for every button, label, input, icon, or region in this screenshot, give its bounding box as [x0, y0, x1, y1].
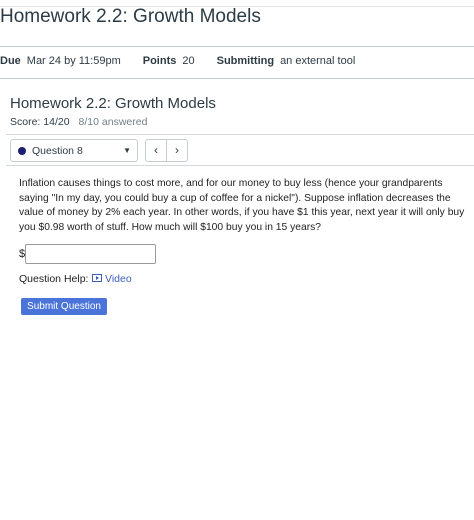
- details-divider: [0, 78, 474, 79]
- caret-down-icon: ▼: [123, 146, 131, 155]
- question-help-label: Question Help:: [19, 273, 89, 285]
- question-select[interactable]: Question 8 ▼: [10, 139, 138, 162]
- points-value: 20: [182, 55, 195, 67]
- question-text: Inflation causes things to cost more, an…: [19, 178, 465, 233]
- video-help-link[interactable]: Video: [92, 273, 132, 285]
- score-line: Score: 14/20 8/10 answered: [10, 116, 147, 128]
- due-value: Mar 24 by 11:59pm: [26, 55, 121, 67]
- submitting-label: Submitting: [216, 55, 275, 67]
- points-info: Points 20: [143, 55, 195, 67]
- nav-divider: [6, 165, 474, 166]
- previous-question-button[interactable]: ‹: [145, 139, 167, 162]
- question-status-dot: [18, 147, 26, 155]
- chevron-right-icon: ›: [175, 143, 179, 157]
- header-divider: [0, 46, 474, 47]
- video-icon: [92, 274, 102, 282]
- score-divider: [6, 134, 474, 135]
- answered-count: 8/10 answered: [78, 116, 148, 128]
- submitting-value: an external tool: [280, 55, 356, 67]
- answer-input[interactable]: [25, 244, 156, 264]
- score: Score: 14/20: [10, 116, 70, 128]
- assignment-title: Homework 2.2: Growth Models: [10, 95, 216, 112]
- points-label: Points: [142, 55, 177, 67]
- assignment-details: Due Mar 24 by 11:59pm Points 20 Submitting an…: [0, 55, 377, 67]
- next-question-button[interactable]: ›: [166, 139, 188, 162]
- due-label: Due: [0, 55, 21, 67]
- due-info: Due Mar 24 by 11:59pm: [0, 55, 121, 67]
- submitting-info: Submitting an external tool: [217, 55, 356, 67]
- chevron-left-icon: ‹: [154, 143, 158, 157]
- video-link-label: Video: [105, 273, 132, 285]
- submit-question-button[interactable]: Submit Question: [21, 298, 107, 315]
- question-select-label: Question 8: [32, 145, 83, 157]
- page-title: Homework 2.2: Growth Models: [0, 6, 261, 27]
